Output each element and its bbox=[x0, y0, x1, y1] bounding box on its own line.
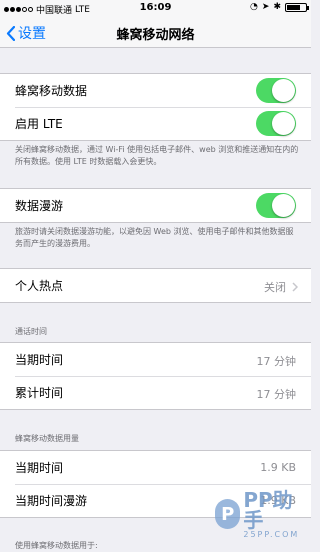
usage-current-label: 当期时间 bbox=[15, 461, 64, 475]
usage-roaming-label: 当期时间漫游 bbox=[15, 494, 88, 508]
location-icon: ➤ bbox=[261, 2, 270, 12]
chevron-right-icon bbox=[292, 282, 298, 292]
cellular-data-row: 蜂窝移动数据 bbox=[0, 74, 311, 107]
call-time-total-label: 累计时间 bbox=[15, 386, 64, 400]
call-time-total-value: 17 分钟 bbox=[256, 388, 297, 401]
personal-hotspot-row[interactable]: 个人热点 关闭 bbox=[0, 269, 311, 302]
roaming-group: 数据漫游 bbox=[0, 188, 311, 223]
call-time-total-row: 累计时间 17 分钟 bbox=[0, 376, 311, 409]
hotspot-group: 个人热点 关闭 bbox=[0, 268, 311, 303]
page-title: 蜂窝移动网络 bbox=[116, 28, 195, 43]
hotspot-value: 关闭 bbox=[264, 279, 298, 295]
watermark-text-block: PP助手 25PP.COM bbox=[243, 490, 311, 539]
bluetooth-icon: ✱ bbox=[273, 2, 281, 12]
call-time-current-value: 17 分钟 bbox=[256, 355, 297, 368]
data-usage-header: 蜂窝移动数据用量 bbox=[15, 434, 79, 443]
roaming-footnote: 旅游时请关闭数据漫游功能，以避免因 Web 浏览、使用电子邮件和其他数据服务而产… bbox=[15, 227, 294, 248]
cellular-data-label: 蜂窝移动数据 bbox=[15, 84, 88, 98]
enable-lte-toggle[interactable] bbox=[256, 111, 296, 136]
pp-logo-icon: P bbox=[215, 499, 241, 529]
call-time-group: 当期时间 17 分钟 累计时间 17 分钟 bbox=[0, 342, 311, 410]
battery-icon bbox=[285, 2, 309, 12]
data-roaming-toggle[interactable] bbox=[256, 193, 296, 218]
cellular-group: 蜂窝移动数据 启用 LTE bbox=[0, 73, 311, 141]
data-roaming-label: 数据漫游 bbox=[15, 199, 64, 213]
status-right: ◔ ➤ ✱ bbox=[250, 2, 309, 12]
call-time-current-row: 当期时间 17 分钟 bbox=[0, 343, 311, 376]
personal-hotspot-label: 个人热点 bbox=[15, 279, 64, 293]
watermark-sub: 25PP.COM bbox=[243, 529, 300, 539]
navigation-bar: 设置 蜂窝移动网络 bbox=[0, 16, 311, 48]
watermark-text: PP助手 bbox=[243, 487, 293, 532]
usage-current-row: 当期时间 1.9 KB bbox=[0, 451, 311, 484]
call-time-current-label: 当期时间 bbox=[15, 353, 64, 367]
call-time-header: 通话时间 bbox=[15, 327, 47, 336]
watermark-logo: P PP助手 25PP.COM bbox=[215, 488, 311, 540]
rotation-lock-icon: ◔ bbox=[250, 2, 258, 12]
cellular-data-toggle[interactable] bbox=[256, 78, 296, 103]
usage-current-value: 1.9 KB bbox=[260, 461, 296, 474]
enable-lte-row: 启用 LTE bbox=[0, 107, 311, 140]
apps-header: 使用蜂窝移动数据用于: bbox=[15, 541, 98, 550]
hotspot-status: 关闭 bbox=[264, 281, 286, 294]
cellular-footnote: 关闭蜂窝移动数据，通过 Wi-Fi 使用包括电子邮件、web 浏览和推送通知在内… bbox=[15, 145, 299, 166]
enable-lte-label: 启用 LTE bbox=[15, 117, 63, 131]
data-roaming-row: 数据漫游 bbox=[0, 189, 311, 222]
status-bar: 中国联通 LTE 16:09 ◔ ➤ ✱ bbox=[0, 0, 311, 16]
